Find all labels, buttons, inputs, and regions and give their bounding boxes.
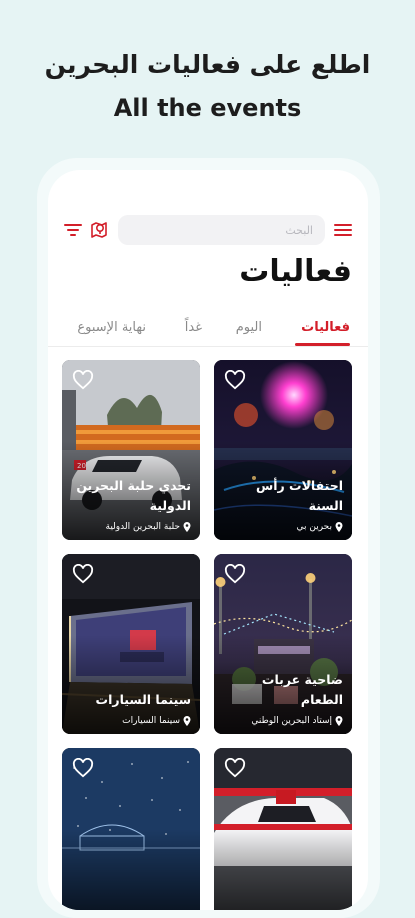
promo-headline-arabic: اطلع على فعاليات البحرين: [44, 50, 371, 79]
location-pin-icon: [335, 716, 343, 726]
heart-outline-icon[interactable]: [224, 370, 246, 390]
hamburger-menu-icon[interactable]: [330, 217, 356, 243]
location-pin-icon: [183, 522, 191, 532]
event-card[interactable]: [62, 748, 200, 910]
event-card[interactable]: [214, 748, 352, 910]
event-card[interactable]: سينما السيارات سينما السيارات: [62, 554, 200, 734]
tab-today[interactable]: اليوم: [236, 320, 262, 335]
heart-outline-icon[interactable]: [224, 758, 246, 778]
filter-icon[interactable]: [60, 217, 86, 243]
top-bar: [48, 214, 368, 248]
heart-outline-icon[interactable]: [224, 564, 246, 584]
heart-outline-icon[interactable]: [72, 758, 94, 778]
event-location: إستاد البحرين الوطني: [222, 714, 343, 728]
event-title: سينما السيارات: [95, 692, 191, 707]
map-pin-icon[interactable]: [86, 217, 112, 243]
tab-tomorrow[interactable]: غداً: [185, 320, 202, 335]
tab-events[interactable]: فعاليات: [301, 320, 350, 335]
event-location-label: حلبة البحرين الدولية: [105, 522, 181, 532]
event-location-label: إستاد البحرين الوطني: [251, 716, 332, 726]
app-screen: فعاليات فعاليات اليوم غداً نهاية الإسبوع: [48, 170, 368, 910]
active-tab-indicator: [295, 343, 350, 346]
heart-outline-icon[interactable]: [72, 370, 94, 390]
heart-outline-icon[interactable]: [72, 564, 94, 584]
event-location-label: سينما السيارات: [122, 716, 180, 726]
event-title: احتفالات رأس السنة: [255, 478, 343, 513]
event-location-label: بحرين بي: [296, 522, 332, 532]
location-pin-icon: [183, 716, 191, 726]
event-title: تحدي حلبة البحرين الدولية: [76, 478, 191, 513]
search-input[interactable]: [118, 215, 325, 245]
page-title: فعاليات: [239, 254, 352, 289]
promo-headline-english: All the events: [113, 94, 302, 122]
event-card[interactable]: احتفالات رأس السنة بحرين بي: [214, 360, 352, 540]
event-location: بحرين بي: [222, 520, 343, 534]
event-location: حلبة البحرين الدولية: [70, 520, 191, 534]
tab-bar: فعاليات اليوم غداً نهاية الإسبوع: [48, 316, 368, 347]
tab-weekend[interactable]: نهاية الإسبوع: [77, 320, 146, 335]
event-title: ضاحية عربات الطعام: [261, 672, 343, 707]
event-location: سينما السيارات: [70, 714, 191, 728]
event-card[interactable]: ضاحية عربات الطعام إستاد البحرين الوطني: [214, 554, 352, 734]
event-card[interactable]: 20 تحدي حلبة البحرين الدولية حلبة البحري…: [62, 360, 200, 540]
location-pin-icon: [335, 522, 343, 532]
